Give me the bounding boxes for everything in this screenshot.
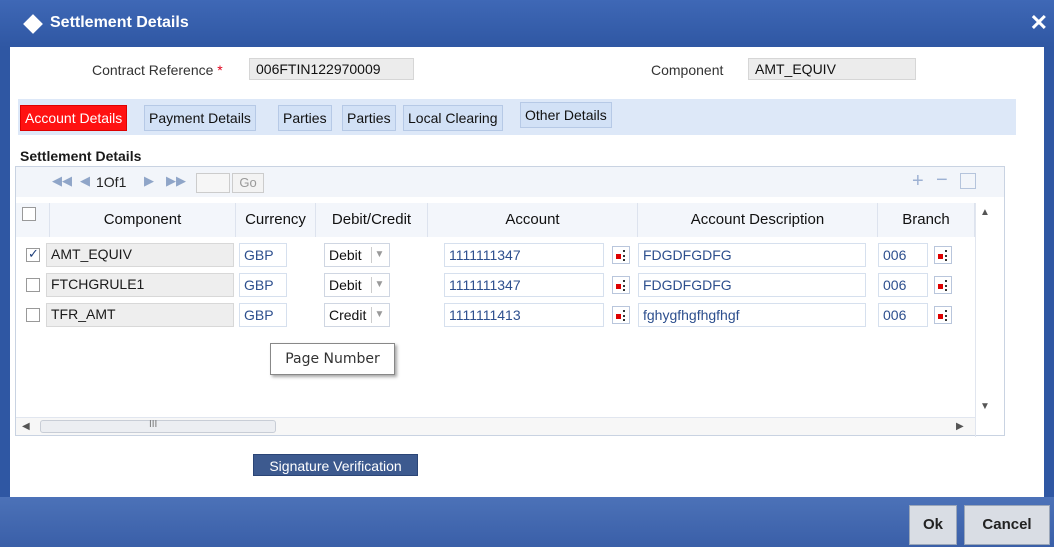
scroll-up-icon[interactable]: ▲ [980,207,990,218]
col-header-currency: Currency [236,203,316,237]
col-header-account: Account [428,203,638,237]
row-account[interactable]: 1111111347 [444,243,604,267]
row-account-description[interactable]: FDGDFGDFG [638,243,866,267]
branch-lov-icon[interactable] [934,306,952,324]
tab-account-details[interactable]: Account Details [20,105,128,131]
last-page-icon[interactable]: ▶▶ [166,173,186,189]
tab-strip: Account Details Payment Details Parties … [18,99,1016,135]
delete-row-icon[interactable]: − [936,169,948,192]
row-branch[interactable]: 006 [878,243,928,267]
add-row-icon[interactable]: + [912,170,924,193]
frame-left [0,47,10,497]
chevron-down-icon: ▼ [371,277,387,293]
required-marker: * [217,62,223,78]
tab-parties[interactable]: Parties [278,105,332,131]
ok-button[interactable]: Ok [909,505,957,545]
account-lov-icon[interactable] [612,246,630,264]
col-header-component: Component [50,203,236,237]
scroll-down-icon[interactable]: ▼ [980,401,990,412]
settlement-grid: ◀◀ ◀ 1Of1 ▶ ▶▶ Go + − Component Currency… [15,166,1005,437]
header-select-all-cell [16,203,50,237]
tab-payment-details[interactable]: Payment Details [144,105,256,131]
contract-reference-field[interactable]: 006FTIN122970009 [249,58,414,80]
row-component[interactable]: FTCHGRULE1 [46,273,234,297]
tab-local-clearing[interactable]: Local Clearing [403,105,503,131]
component-label: Component [651,62,724,78]
branch-lov-icon[interactable] [934,276,952,294]
section-title: Settlement Details [20,148,142,164]
scroll-left-icon[interactable]: ◀ [22,421,30,432]
go-button[interactable]: Go [232,173,264,193]
window-title: Settlement Details [50,14,189,31]
tab-parties-2[interactable]: Parties [342,105,396,131]
page-number: 1Of1 [96,174,127,190]
row-component[interactable]: AMT_EQUIV [46,243,234,267]
window-diamond-icon [23,14,43,34]
close-icon[interactable]: ✕ [1030,10,1048,36]
horizontal-scrollbar[interactable]: ◀ III ▶ [16,417,975,435]
row-debit-credit-select[interactable]: Debit ▼ [324,243,390,267]
row-branch[interactable]: 006 [878,303,928,327]
single-view-icon[interactable] [960,173,976,189]
row-branch[interactable]: 006 [878,273,928,297]
branch-lov-icon[interactable] [934,246,952,264]
row-debit-credit-select[interactable]: Credit ▼ [324,303,390,327]
row-debit-credit-value: Credit [329,307,367,323]
next-page-icon[interactable]: ▶ [144,173,154,189]
page-number-tooltip: Page Number [270,343,395,375]
select-all-checkbox[interactable] [22,207,36,221]
row-account-description[interactable]: fghygfhgfhgfhgf [638,303,866,327]
account-lov-icon[interactable] [612,306,630,324]
pager: ◀◀ ◀ 1Of1 ▶ ▶▶ Go + − [16,167,1004,197]
first-page-icon[interactable]: ◀◀ [52,173,72,189]
chevron-down-icon: ▼ [371,307,387,323]
row-account[interactable]: 1111111413 [444,303,604,327]
component-field[interactable]: AMT_EQUIV [748,58,916,80]
col-header-account-description: Account Description [638,203,878,237]
cancel-button[interactable]: Cancel [964,505,1050,545]
frame-right [1044,47,1054,497]
row-currency[interactable]: GBP [239,243,287,267]
row-checkbox[interactable] [26,308,40,322]
contract-reference-label: Contract Reference * [92,62,223,78]
row-currency[interactable]: GBP [239,303,287,327]
row-debit-credit-select[interactable]: Debit ▼ [324,273,390,297]
title-bar: Settlement Details ✕ [0,0,1054,47]
footer-bar: Ok Cancel [0,497,1054,547]
row-debit-credit-value: Debit [329,277,362,293]
col-header-branch: Branch [878,203,975,237]
account-lov-icon[interactable] [612,276,630,294]
row-component[interactable]: TFR_AMT [46,303,234,327]
row-checkbox[interactable] [26,278,40,292]
row-account[interactable]: 1111111347 [444,273,604,297]
chevron-down-icon: ▼ [371,247,387,263]
prev-page-icon[interactable]: ◀ [80,173,90,189]
row-debit-credit-value: Debit [329,247,362,263]
scroll-grip: III [149,419,158,430]
vertical-scrollbar[interactable]: ▲ ▼ [975,203,993,437]
row-account-description[interactable]: FDGDFGDFG [638,273,866,297]
signature-verification-button[interactable]: Signature Verification [253,454,418,476]
col-header-debit-credit: Debit/Credit [316,203,428,237]
row-checkbox[interactable] [26,246,40,262]
scroll-right-icon[interactable]: ▶ [956,421,964,432]
page-input[interactable] [196,173,230,193]
tab-other-details[interactable]: Other Details [520,102,612,128]
row-currency[interactable]: GBP [239,273,287,297]
scroll-thumb[interactable]: III [40,419,276,433]
